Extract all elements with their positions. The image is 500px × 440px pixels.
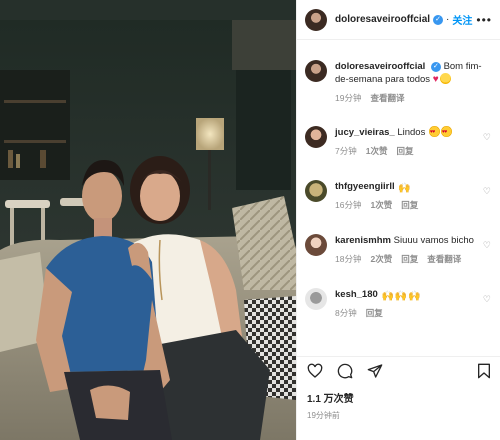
post-photo[interactable] xyxy=(0,0,296,440)
commenter-avatar[interactable] xyxy=(305,126,327,148)
comment-body: kesh_180 🙌🙌🙌 8分钟 回复 xyxy=(335,288,485,320)
smile-emoji xyxy=(439,73,451,84)
action-bar xyxy=(297,356,500,384)
caption-avatar[interactable] xyxy=(305,60,327,82)
comment-time: 16分钟 xyxy=(335,200,362,210)
commenter-avatar[interactable] xyxy=(305,180,327,202)
author-username[interactable]: doloresaveirooffcial xyxy=(335,14,430,25)
author-avatar[interactable] xyxy=(305,8,327,31)
post-timestamp: 19分钟前 xyxy=(307,411,340,420)
comment-likes[interactable]: 1次赞 xyxy=(366,145,388,158)
more-icon[interactable]: ••• xyxy=(476,13,492,27)
comment-text: Siuuu vamos bicho xyxy=(393,235,474,246)
caption-row: doloresaveirooffcial ✓ Bom fim-de-semana… xyxy=(297,60,500,105)
comment-time: 8分钟 xyxy=(335,308,357,318)
reply-link[interactable]: 回复 xyxy=(401,253,418,266)
heart-icon xyxy=(307,363,323,378)
caption-meta: 19分钟 查看翻译 xyxy=(335,92,485,105)
hand-emoji: 🙌 xyxy=(381,291,394,302)
heart-eyes-emoji xyxy=(428,126,440,139)
comment-body: thfgyeengiirll 🙌 16分钟 1次赞 回复 xyxy=(335,180,485,212)
comment-time: 18分钟 xyxy=(335,254,362,264)
heart-eyes-emoji xyxy=(440,126,452,139)
share-icon xyxy=(367,363,383,378)
photo-illustration xyxy=(0,0,296,440)
save-button[interactable] xyxy=(477,363,491,379)
verified-icon: ✓ xyxy=(430,62,441,72)
hand-emoji: 🙌 xyxy=(398,183,411,194)
comment-icon xyxy=(337,363,353,378)
reply-link[interactable]: 回复 xyxy=(401,199,418,212)
comments-list[interactable]: doloresaveirooffcial ✓ Bom fim-de-semana… xyxy=(297,48,500,344)
post-detail-panel: doloresaveirooffcial ✓ · 关注 ••• doloresa… xyxy=(296,0,500,440)
verified-icon: ✓ xyxy=(433,14,444,25)
caption-body: doloresaveirooffcial ✓ Bom fim-de-semana… xyxy=(335,60,485,105)
caption-username[interactable]: doloresaveirooffcial xyxy=(335,61,425,72)
comment-meta: 8分钟 回复 xyxy=(335,307,485,320)
comment-meta: 18分钟 2次赞 回复 查看翻译 xyxy=(335,253,485,266)
like-button[interactable] xyxy=(307,363,323,379)
comment-like-heart-icon[interactable]: ♡ xyxy=(483,240,491,251)
comment-username[interactable]: kesh_180 xyxy=(335,289,378,300)
commenter-avatar[interactable] xyxy=(305,234,327,256)
comment-text: Lindos xyxy=(397,127,426,138)
red-heart-emoji: ♥ xyxy=(432,74,439,85)
comment-row: kesh_180 🙌🙌🙌 8分钟 回复 ♡ xyxy=(297,288,500,320)
comment-meta: 16分钟 1次赞 回复 xyxy=(335,199,485,212)
comment-username[interactable]: thfgyeengiirll xyxy=(335,181,395,192)
comment-time: 7分钟 xyxy=(335,146,357,156)
commenter-avatar[interactable] xyxy=(305,288,327,310)
likes-count[interactable]: 1.1 万次赞 xyxy=(307,390,354,405)
comment-username[interactable]: karenismhm xyxy=(335,235,391,246)
comment-row: thfgyeengiirll 🙌 16分钟 1次赞 回复 ♡ xyxy=(297,180,500,212)
hand-emoji: 🙌 xyxy=(408,291,421,302)
separator-dot: · xyxy=(446,14,450,25)
comment-like-heart-icon[interactable]: ♡ xyxy=(483,186,491,197)
comment-row: karenismhm Siuuu vamos bicho 18分钟 2次赞 回复… xyxy=(297,234,500,266)
comment-meta: 7分钟 1次赞 回复 xyxy=(335,145,485,158)
comment-body: jucy_vieiras_ Lindos 7分钟 1次赞 回复 xyxy=(335,126,485,158)
comment-row: jucy_vieiras_ Lindos 7分钟 1次赞 回复 ♡ xyxy=(297,126,500,158)
follow-button[interactable]: 关注 xyxy=(452,12,472,27)
reply-link[interactable]: 回复 xyxy=(366,307,383,320)
bookmark-icon xyxy=(477,363,490,378)
hand-emoji: 🙌 xyxy=(394,291,408,302)
comment-body: karenismhm Siuuu vamos bicho 18分钟 2次赞 回复… xyxy=(335,234,485,266)
see-translation-link[interactable]: 查看翻译 xyxy=(370,92,404,105)
reply-link[interactable]: 回复 xyxy=(396,145,413,158)
comment-like-heart-icon[interactable]: ♡ xyxy=(483,132,491,143)
post-header: doloresaveirooffcial ✓ · 关注 ••• xyxy=(297,0,500,40)
comment-likes[interactable]: 1次赞 xyxy=(370,199,392,212)
comment-likes[interactable]: 2次赞 xyxy=(370,253,392,266)
caption-time: 19分钟 xyxy=(335,93,362,103)
share-button[interactable] xyxy=(367,363,383,379)
comment-like-heart-icon[interactable]: ♡ xyxy=(483,294,491,305)
see-translation-link[interactable]: 查看翻译 xyxy=(427,253,461,266)
comment-username[interactable]: jucy_vieiras_ xyxy=(335,127,395,138)
comment-button[interactable] xyxy=(337,363,353,379)
